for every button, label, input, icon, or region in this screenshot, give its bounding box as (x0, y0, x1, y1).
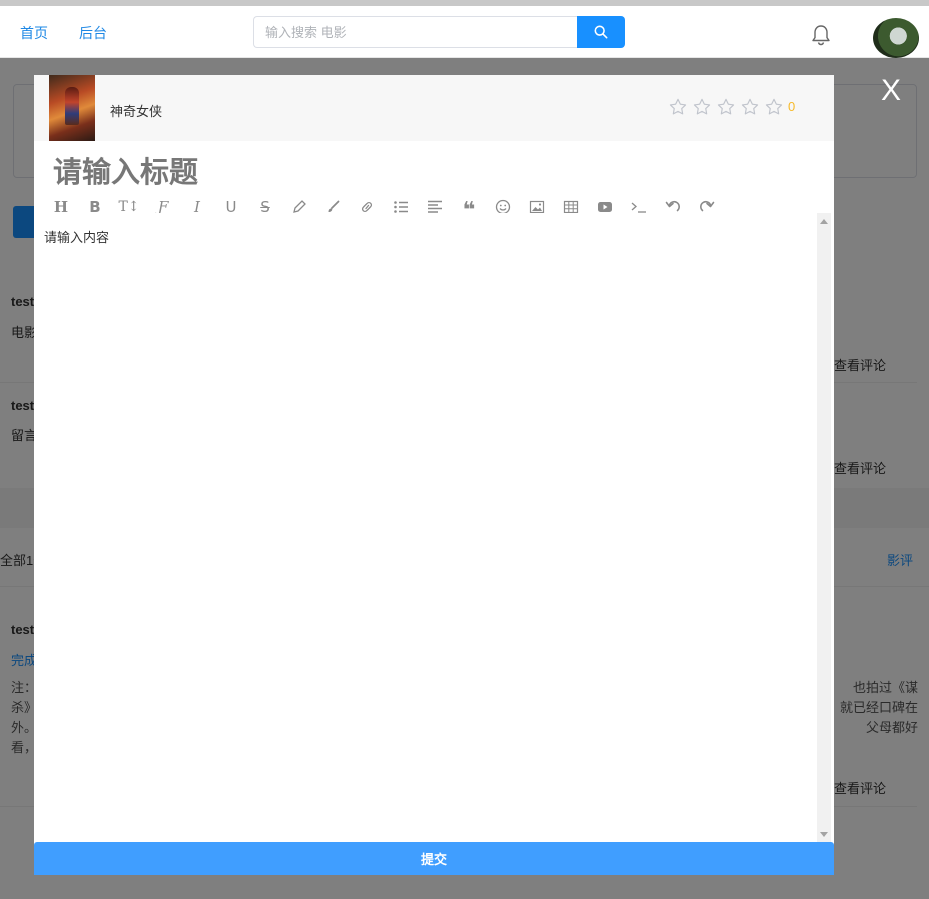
avatar[interactable] (873, 18, 919, 58)
rating-score: 0 (788, 99, 796, 114)
star-icon[interactable] (716, 97, 736, 117)
nav-home-link[interactable]: 首页 (20, 23, 48, 43)
search-button[interactable] (577, 16, 625, 48)
search-icon (594, 25, 608, 39)
title-input[interactable]: 请输入标题 (53, 149, 198, 191)
review-editor-modal: 神奇女侠 0 请输入标题 H B T↕ Ƒ I U S ❝ 请输入内容 提交 (34, 75, 834, 875)
movie-title: 神奇女侠 (110, 104, 163, 119)
star-icon[interactable] (740, 97, 760, 117)
bell-icon[interactable] (810, 23, 832, 47)
star-icon[interactable] (668, 97, 688, 117)
star-icon[interactable] (764, 97, 784, 117)
search-input[interactable] (253, 16, 578, 48)
scroll-down-arrow-icon[interactable] (820, 832, 828, 837)
nav-admin-link[interactable]: 后台 (79, 23, 107, 43)
movie-poster (49, 75, 95, 141)
movie-header: 神奇女侠 0 (34, 75, 834, 141)
search-bar (253, 16, 625, 48)
top-navbar: 首页 后台 (0, 6, 929, 58)
content-editor[interactable]: 请输入内容 (34, 213, 834, 843)
close-button[interactable]: X (881, 74, 901, 108)
content-placeholder: 请输入内容 (44, 230, 110, 245)
star-icon[interactable] (692, 97, 712, 117)
submit-button[interactable]: 提交 (34, 842, 834, 875)
scroll-up-arrow-icon[interactable] (820, 219, 828, 224)
rating-stars (668, 97, 784, 117)
editor-scrollbar[interactable] (817, 213, 831, 843)
